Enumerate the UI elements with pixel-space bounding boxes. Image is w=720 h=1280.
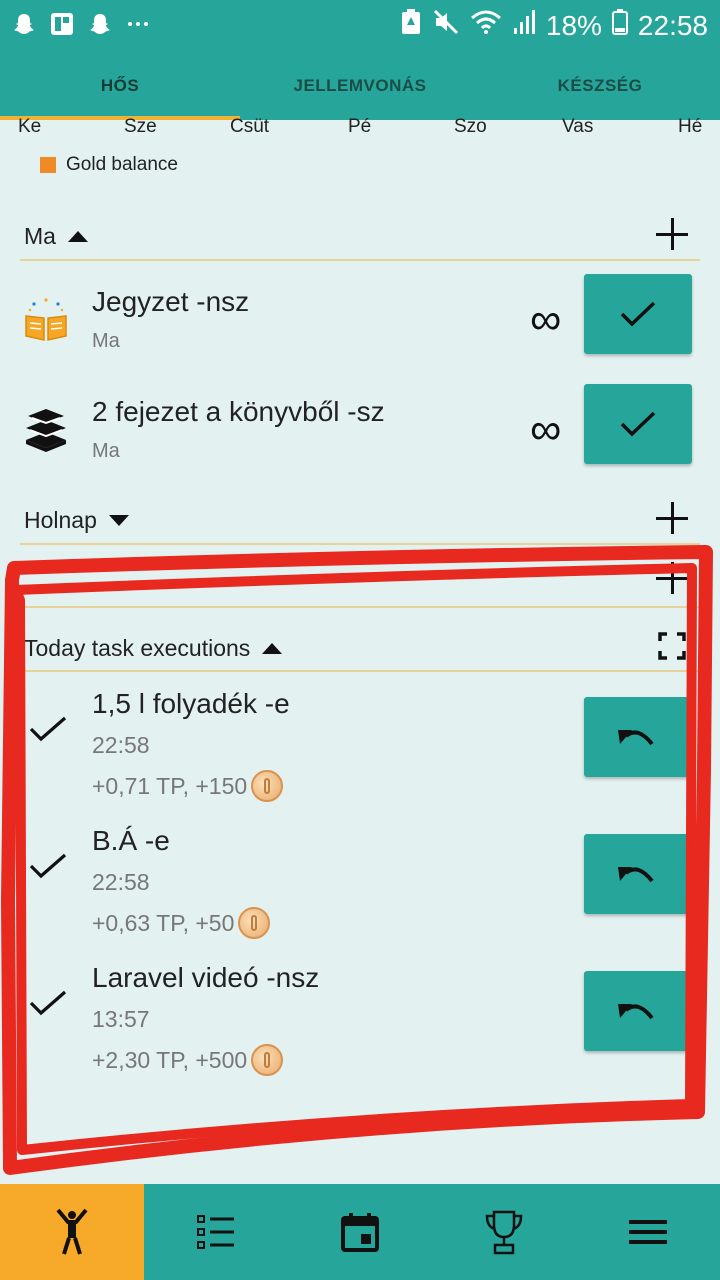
execution-title: Laravel videó -nsz [92,962,320,993]
nav-tasks[interactable] [144,1184,288,1280]
add-icon[interactable] [656,218,690,252]
divider [20,259,700,261]
undo-button[interactable] [584,971,692,1051]
caret-up-icon [67,230,88,242]
check-icon [29,990,67,1016]
battery-icon [611,8,628,43]
infinity-icon: ∞ [530,295,562,344]
section-hidden-header[interactable] [24,562,696,598]
add-icon[interactable] [656,502,690,536]
habit-title: Jegyzet -nsz [92,286,250,317]
execution-reward: +0,63 TP, +50 [92,907,271,939]
habit-title: 2 fejezet a könyvből -sz [92,396,385,427]
nav-hero[interactable] [0,1184,144,1280]
snapchat-icon [86,10,114,38]
nav-achievements[interactable] [432,1184,576,1280]
gold-coin-icon [251,1044,284,1076]
caret-down-icon [108,514,129,526]
gold-coin-icon [238,907,271,939]
tab-label: HŐS [100,76,140,95]
reward-text: +2,30 TP, +500 [92,1046,248,1073]
infinity-icon: ∞ [530,405,562,454]
habit-due: Ma [92,330,120,352]
chart-legend: Gold balance [40,154,178,176]
tab-traits[interactable]: JELLEMVONÁS [240,52,480,120]
execution-reward: +2,30 TP, +500 [92,1044,284,1076]
tab-hero[interactable]: HŐS [0,52,240,120]
gold-coin-icon [251,770,284,802]
section-title: Ma [24,222,56,249]
divider [20,606,700,608]
day-label: Sze [124,116,157,137]
habit-row[interactable]: 2 fejezet a könyvből -sz Ma ∞ [0,384,720,496]
nav-menu[interactable] [576,1184,720,1280]
signal-icon [512,8,536,43]
reward-text: +0,63 TP, +50 [92,909,235,936]
check-icon [620,301,656,327]
undo-icon [618,867,654,883]
day-label: Vas [562,116,594,137]
divider [20,543,700,545]
bottom-navigation [0,1184,720,1280]
book-stack-icon [22,406,70,454]
day-label: Pé [348,116,372,137]
nav-calendar[interactable] [288,1184,432,1280]
divider [20,670,700,672]
execution-time: 13:57 [92,1006,150,1032]
habit-due: Ma [92,440,120,462]
battery-saver-icon [400,8,422,43]
execution-row: 1,5 l folyadék -e 22:58 +0,71 TP, +150 [0,688,720,818]
undo-button[interactable] [584,834,692,914]
check-icon [29,716,67,742]
mute-icon [432,8,460,43]
check-icon [29,853,67,879]
legend-swatch [40,157,56,173]
clock: 22:58 [637,9,708,41]
execution-title: B.Á -e [92,825,170,856]
tab-label: JELLEMVONÁS [293,76,427,95]
add-icon[interactable] [656,562,690,596]
flipboard-icon [48,10,76,38]
battery-percent: 18% [545,9,602,41]
section-executions-header[interactable]: Today task executions [24,628,696,668]
legend-label: Gold balance [66,154,178,175]
execution-reward: +0,71 TP, +150 [92,770,284,802]
open-book-icon [22,296,70,344]
habit-row[interactable]: Jegyzet -nsz Ma ∞ [0,274,720,386]
caret-up-icon [262,642,283,654]
complete-button[interactable] [584,274,692,354]
reward-text: +0,71 TP, +150 [92,772,248,799]
hero-icon [56,1208,88,1255]
wifi-icon [470,8,502,43]
status-bar: 18% 22:58 [0,0,720,52]
day-label: Csüt [230,116,270,137]
trophy-icon [485,1210,523,1255]
more-icon [124,10,152,38]
section-title: Holnap [24,506,97,533]
tab-label: KÉSZSÉG [557,76,643,95]
fullscreen-icon[interactable] [658,632,686,666]
menu-icon [629,1220,667,1244]
undo-icon [618,1004,654,1020]
day-label: Hé [678,116,703,137]
execution-title: 1,5 l folyadék -e [92,688,290,719]
execution-time: 22:58 [92,869,150,895]
day-label: Ke [18,116,42,137]
tab-bar: HŐS JELLEMVONÁS KÉSZSÉG [0,52,720,120]
calendar-icon [341,1213,379,1252]
execution-row: B.Á -e 22:58 +0,63 TP, +50 [0,825,720,955]
execution-time: 22:58 [92,732,150,758]
undo-icon [618,730,654,746]
snapchat-icon [10,10,38,38]
section-today-header[interactable]: Ma [24,216,696,256]
day-label: Szo [454,116,487,137]
execution-row: Laravel videó -nsz 13:57 +2,30 TP, +500 [0,962,720,1092]
section-tomorrow-header[interactable]: Holnap [24,500,696,540]
check-icon [620,411,656,437]
section-title: Today task executions [24,634,251,661]
undo-button[interactable] [584,697,692,777]
tab-skills[interactable]: KÉSZSÉG [480,52,720,120]
task-list-icon [197,1215,234,1249]
complete-button[interactable] [584,384,692,464]
